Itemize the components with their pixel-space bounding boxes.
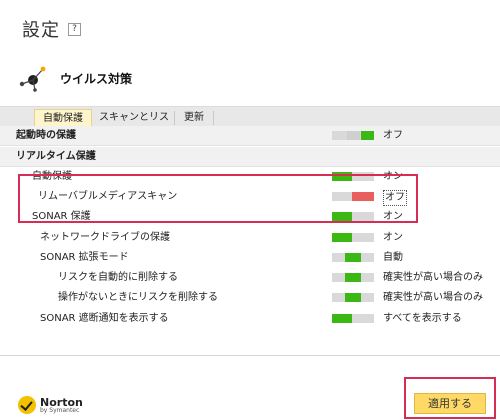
norton-brand-text: Norton bbox=[40, 395, 83, 409]
status-text: オフ bbox=[383, 190, 407, 206]
row-label: 自動保護 bbox=[32, 171, 72, 182]
norton-by-text: by Symantec bbox=[40, 406, 80, 414]
toggle-switch[interactable] bbox=[332, 212, 374, 221]
toggle-switch[interactable] bbox=[332, 172, 374, 181]
row-startup-protection: 起動時の保護 オフ bbox=[0, 126, 500, 146]
tab-separator bbox=[174, 111, 175, 125]
row-label: ネットワークドライブの保護 bbox=[40, 232, 170, 243]
status-text: オン bbox=[383, 171, 403, 182]
toggle-switch[interactable] bbox=[332, 253, 374, 262]
apply-button[interactable]: 適用する bbox=[414, 393, 486, 414]
toggle-switch[interactable] bbox=[332, 293, 374, 302]
status-text: すべてを表示する bbox=[383, 313, 462, 324]
row-label: 操作がないときにリスクを削除する bbox=[58, 292, 218, 303]
norton-logo: Norton by Symantec bbox=[18, 394, 83, 416]
toggle-switch[interactable] bbox=[332, 273, 374, 282]
tab-bar: 自動保護 スキャンとリスク 更新 bbox=[0, 106, 500, 141]
section-title: ウイルス対策 bbox=[60, 71, 133, 86]
row-realtime-protection: リアルタイム保護 bbox=[0, 147, 500, 167]
toggle-switch[interactable] bbox=[332, 314, 374, 323]
row-auto-protect: 自動保護 オン bbox=[0, 167, 500, 187]
row-label: リムーバブルメディアスキャン bbox=[38, 191, 178, 202]
tab-auto-protect[interactable]: 自動保護 bbox=[34, 109, 92, 127]
row-sonar-protection: SONAR 保護 オン bbox=[0, 207, 500, 227]
row-label: 起動時の保護 bbox=[16, 130, 76, 141]
tab-separator bbox=[213, 111, 214, 125]
row-label: リスクを自動的に削除する bbox=[58, 272, 178, 283]
tab-update[interactable]: 更新 bbox=[176, 109, 212, 127]
virus-icon bbox=[18, 64, 48, 92]
row-label: SONAR 拡張モード bbox=[40, 252, 129, 263]
norton-wordmark: Norton by Symantec bbox=[40, 397, 83, 414]
section-header: ウイルス対策 bbox=[18, 64, 132, 92]
row-label: SONAR 保護 bbox=[32, 211, 91, 222]
status-text: 確実性が高い場合のみ bbox=[383, 272, 483, 283]
toggle-switch[interactable] bbox=[332, 233, 374, 242]
help-button[interactable]: ? bbox=[68, 22, 81, 36]
row-removable-media-scan: リムーバブルメディアスキャン オフ bbox=[0, 187, 500, 207]
status-text: オン bbox=[383, 211, 403, 222]
status-text: オン bbox=[383, 232, 403, 243]
status-text: オフ bbox=[383, 130, 403, 141]
status-text: 自動 bbox=[383, 252, 403, 263]
title-row: 設定 ? bbox=[22, 16, 81, 42]
status-text: 確実性が高い場合のみ bbox=[383, 292, 483, 303]
row-sonar-block-notifications: SONAR 遮断通知を表示する すべてを表示する bbox=[0, 309, 500, 329]
footer-divider bbox=[0, 355, 500, 356]
row-remove-risks-when-idle: 操作がないときにリスクを削除する 確実性が高い場合のみ bbox=[0, 288, 500, 308]
tab-scan-and-risk[interactable]: スキャンとリスク bbox=[96, 109, 172, 141]
row-auto-remove-risks: リスクを自動的に削除する 確実性が高い場合のみ bbox=[0, 268, 500, 288]
row-network-drive-protection: ネットワークドライブの保護 オン bbox=[0, 228, 500, 248]
settings-list: 起動時の保護 オフ リアルタイム保護 自動保護 オン リムーバブルメディアスキャ… bbox=[0, 126, 500, 336]
row-label: リアルタイム保護 bbox=[16, 151, 96, 162]
row-sonar-advanced-mode: SONAR 拡張モード 自動 bbox=[0, 248, 500, 268]
row-label: SONAR 遮断通知を表示する bbox=[40, 313, 169, 324]
toggle-switch[interactable] bbox=[332, 131, 374, 140]
norton-check-icon bbox=[18, 396, 36, 414]
toggle-switch[interactable] bbox=[332, 192, 374, 201]
page-title: 設定 bbox=[22, 20, 60, 41]
